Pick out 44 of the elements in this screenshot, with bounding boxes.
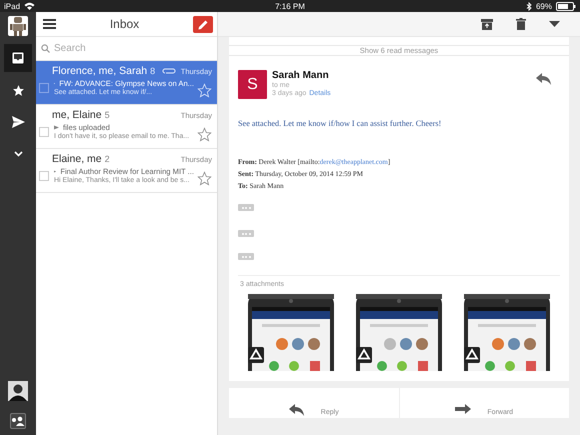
menu-icon (43, 19, 56, 29)
thread-senders: me, Elaine (52, 109, 102, 121)
device-name: iPad (4, 2, 20, 10)
drive-icon[interactable] (248, 347, 264, 363)
compose-button[interactable] (193, 16, 213, 32)
account-settings-button[interactable] (10, 413, 26, 429)
dropdown-icon[interactable] (549, 21, 560, 27)
message-count: 5 (104, 110, 110, 120)
thread-checkbox[interactable] (39, 126, 49, 136)
star-icon (12, 84, 24, 96)
battery-percent: 69% (536, 2, 552, 10)
drive-icon[interactable] (356, 347, 372, 363)
sender-name: Sarah Mann (272, 70, 330, 81)
reply-icon[interactable] (536, 73, 552, 85)
inbox-nav-button[interactable] (4, 44, 32, 72)
people-gear-icon (11, 416, 25, 426)
sender-avatar: S (238, 70, 267, 99)
thread-checkbox[interactable] (39, 82, 49, 92)
archive-icon[interactable] (481, 18, 493, 30)
chevron-down-icon (14, 151, 22, 157)
pencil-icon (198, 18, 208, 30)
thread-senders: Florence, me, Sarah (52, 65, 148, 77)
avatar[interactable] (8, 381, 28, 401)
star-icon[interactable] (197, 127, 212, 142)
message-count: 8 (150, 66, 156, 76)
thread-checkbox[interactable] (39, 170, 49, 180)
trash-icon[interactable] (516, 18, 526, 30)
clock: 7:16 PM (275, 2, 305, 10)
search-field[interactable]: Search (54, 43, 194, 54)
app-logo[interactable] (8, 16, 28, 36)
menu-button[interactable] (43, 19, 56, 29)
search-icon (41, 44, 50, 53)
wifi-icon (24, 2, 36, 10)
forward-marker-icon (54, 125, 59, 130)
list-title: Inbox (108, 17, 140, 31)
reply-icon (288, 404, 305, 416)
forward-icon (455, 404, 472, 416)
thread-senders: Elaine, me (52, 153, 102, 165)
send-icon (12, 116, 24, 128)
drive-icon[interactable] (464, 347, 480, 363)
star-icon[interactable] (197, 171, 212, 186)
message-body: See attached. Let me know if/how I can assist further. Cheers! (238, 119, 442, 128)
message-count: 2 (104, 154, 110, 164)
inbox-icon (12, 52, 24, 64)
